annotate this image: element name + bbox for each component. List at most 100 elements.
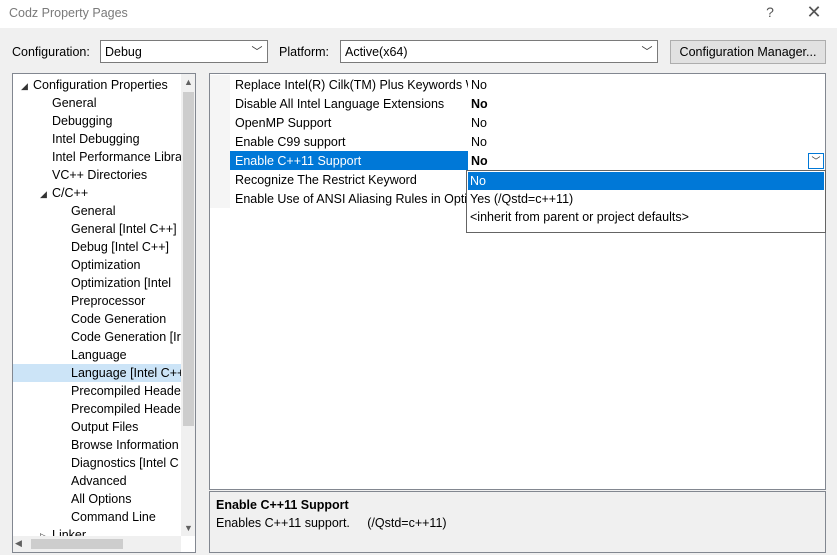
property-value[interactable]: No xyxy=(471,154,488,168)
window-title: Codz Property Pages xyxy=(9,6,128,20)
tree-item-label: Code Generation xyxy=(71,312,167,326)
tree-item-label: Output Files xyxy=(71,420,139,434)
tree-item[interactable]: VC++ Directories xyxy=(13,166,181,184)
property-value[interactable]: No xyxy=(471,135,487,149)
tree-item-label: Advanced xyxy=(71,474,127,488)
tree-item-label: General xyxy=(52,96,97,110)
tree-item[interactable]: ◢ C/C++ xyxy=(13,184,181,202)
tree-item[interactable]: Diagnostics [Intel C xyxy=(13,454,181,472)
row-gutter xyxy=(210,132,230,151)
tree-item[interactable]: General xyxy=(13,94,181,112)
dropdown-option[interactable]: <inherit from parent or project defaults… xyxy=(468,208,824,226)
tree-item-label: Optimization xyxy=(71,258,141,272)
property-row[interactable]: Disable All Intel Language Extensions No xyxy=(210,94,825,113)
description-title: Enable C++11 Support xyxy=(216,498,349,512)
platform-select[interactable]: Active(x64) ﹀ xyxy=(340,40,658,63)
tree-item[interactable]: Preprocessor xyxy=(13,292,181,310)
property-name: OpenMP Support xyxy=(235,116,332,130)
property-row[interactable]: Replace Intel(R) Cilk(TM) Plus Keywords … xyxy=(210,75,825,94)
tree-item[interactable]: Debug [Intel C++] xyxy=(13,238,181,256)
property-name: Enable Use of ANSI Aliasing Rules in Opt… xyxy=(235,192,468,206)
tree-item[interactable]: Code Generation [Ir xyxy=(13,328,181,346)
tree-item[interactable]: General [Intel C++] xyxy=(13,220,181,238)
tree-item-label: Precompiled Heade xyxy=(71,402,181,416)
tree-item[interactable]: Debugging xyxy=(13,112,181,130)
tree-item[interactable]: ◢ Configuration Properties xyxy=(13,76,181,94)
property-name: Recognize The Restrict Keyword xyxy=(235,173,417,187)
tree-vertical-scrollbar[interactable]: ▲ ▼ xyxy=(181,74,195,536)
cpp11-options-dropdown: No Yes (/Qstd=c++11) <inherit from parent … xyxy=(466,170,826,233)
configuration-label: Configuration: xyxy=(12,45,90,59)
tree-item-label: General [Intel C++] xyxy=(71,222,177,236)
tree-item-label: VC++ Directories xyxy=(52,168,148,182)
property-name: Replace Intel(R) Cilk(TM) Plus Keywords … xyxy=(235,78,468,92)
tree-item[interactable]: Command Line xyxy=(13,508,181,526)
dropdown-option[interactable]: Yes (/Qstd=c++11) xyxy=(468,190,824,208)
scroll-down-icon[interactable]: ▼ xyxy=(181,520,195,536)
tree-item[interactable]: Browse Information xyxy=(13,436,181,454)
tree-item-label: Language xyxy=(71,348,127,362)
tree-item[interactable]: Precompiled Heade xyxy=(13,400,181,418)
title-bar: Codz Property Pages ? ✕ xyxy=(0,0,837,28)
row-gutter xyxy=(210,113,230,132)
scroll-left-icon[interactable]: ◀ xyxy=(15,538,22,549)
description-pane: Enable C++11 Support Enables C++11 suppo… xyxy=(209,491,826,553)
property-row[interactable]: Enable C99 support No xyxy=(210,132,825,151)
tree-item-label: All Options xyxy=(71,492,132,506)
tree-item-label: Configuration Properties xyxy=(33,78,168,92)
tree-item[interactable]: Intel Debugging xyxy=(13,130,181,148)
property-name: Enable C++11 Support xyxy=(235,154,362,168)
tree-item-label: Preprocessor xyxy=(71,294,146,308)
tree-item[interactable]: Optimization xyxy=(13,256,181,274)
scroll-thumb[interactable] xyxy=(31,539,123,549)
configuration-value: Debug xyxy=(105,45,142,59)
property-value[interactable]: No xyxy=(471,97,488,111)
configuration-toolbar: Configuration: Debug ﹀ Platform: Active(… xyxy=(0,40,837,64)
tree-item-label: Browse Information xyxy=(71,438,179,452)
property-grid: Replace Intel(R) Cilk(TM) Plus Keywords … xyxy=(209,73,826,490)
chevron-down-icon[interactable]: ﹀ xyxy=(808,153,824,169)
tree-item-label: Intel Performance Libra xyxy=(52,150,181,164)
tree-item[interactable]: General xyxy=(13,202,181,220)
configuration-select[interactable]: Debug ﹀ xyxy=(100,40,268,63)
help-button[interactable]: ? xyxy=(760,4,780,22)
property-value[interactable]: No xyxy=(471,78,487,92)
scroll-thumb[interactable] xyxy=(183,92,194,426)
tree-item[interactable]: Intel Performance Libra xyxy=(13,148,181,166)
property-name: Disable All Intel Language Extensions xyxy=(235,97,445,111)
tree-item[interactable]: Code Generation xyxy=(13,310,181,328)
expand-arrow-icon[interactable]: ◢ xyxy=(21,81,33,92)
tree-item[interactable]: Output Files xyxy=(13,418,181,436)
configuration-manager-button[interactable]: Configuration Manager... xyxy=(670,40,826,64)
row-gutter xyxy=(210,189,230,208)
platform-label: Platform: xyxy=(279,45,330,59)
property-value[interactable]: No xyxy=(471,116,487,130)
row-gutter xyxy=(210,94,230,113)
tree-horizontal-scrollbar[interactable]: ◀ xyxy=(13,536,181,552)
tree-item[interactable]: Language xyxy=(13,346,181,364)
tree-item-label: Optimization [Intel xyxy=(71,276,172,290)
close-button[interactable]: ✕ xyxy=(800,2,828,24)
tree-item-label: Command Line xyxy=(71,510,156,524)
description-text: Enables C++11 support. (/Qstd=c++11) xyxy=(216,516,447,530)
tree-item-label: Debugging xyxy=(52,114,113,128)
tree-item[interactable]: Language [Intel C++ xyxy=(13,364,181,382)
tree-item-label: Code Generation [Ir xyxy=(71,330,181,344)
tree-item-label: General xyxy=(71,204,116,218)
row-gutter xyxy=(210,170,230,189)
expand-arrow-icon[interactable]: ◢ xyxy=(40,189,52,200)
tree-item-label: Precompiled Heade xyxy=(71,384,181,398)
tree-item[interactable]: All Options xyxy=(13,490,181,508)
tree-item[interactable]: Optimization [Intel xyxy=(13,274,181,292)
property-row[interactable]: OpenMP Support No xyxy=(210,113,825,132)
property-row[interactable]: Enable C++11 Support No ﹀ xyxy=(210,151,825,170)
dropdown-option[interactable]: No xyxy=(468,172,824,190)
property-tree: ◢ Configuration Properties General Debuggin… xyxy=(12,73,196,553)
row-gutter xyxy=(210,151,230,170)
tree-item[interactable]: Advanced xyxy=(13,472,181,490)
chevron-down-icon: ﹀ xyxy=(251,46,263,58)
platform-value: Active(x64) xyxy=(345,45,408,59)
tree-item-label: Debug [Intel C++] xyxy=(71,240,169,254)
scroll-up-icon[interactable]: ▲ xyxy=(181,74,195,90)
tree-item[interactable]: Precompiled Heade xyxy=(13,382,181,400)
